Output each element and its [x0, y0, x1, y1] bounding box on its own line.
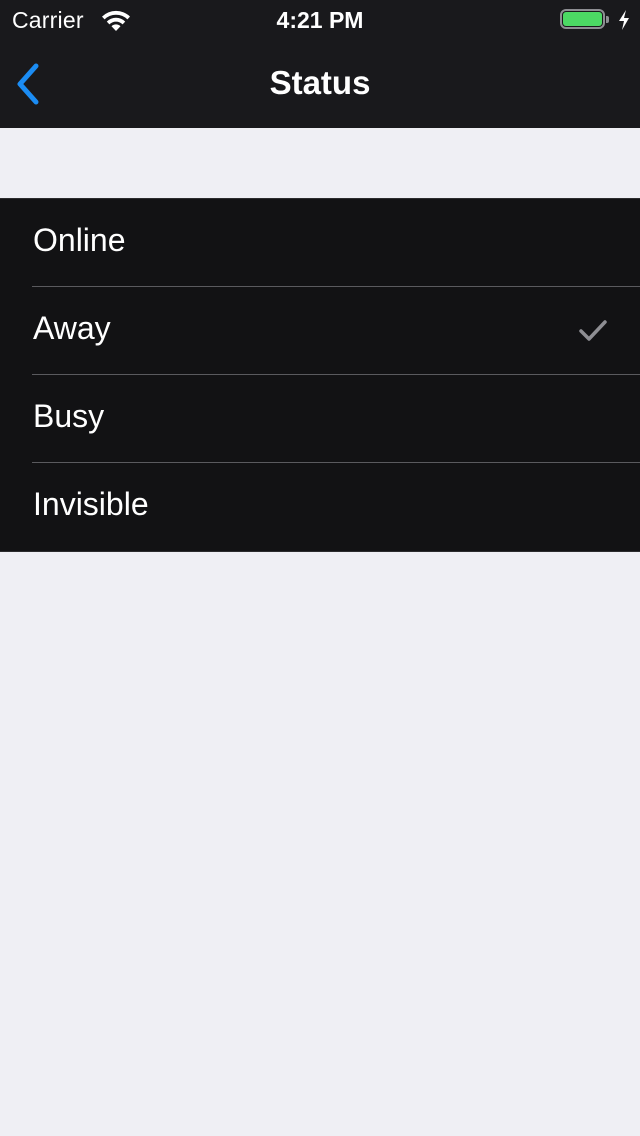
status-option-online[interactable]: Online [0, 199, 640, 287]
status-option-label: Invisible [33, 486, 149, 522]
page-title: Status [269, 64, 371, 101]
status-option-invisible[interactable]: Invisible [0, 463, 640, 551]
status-option-label: Busy [33, 398, 105, 434]
status-option-away[interactable]: Away [0, 287, 640, 375]
battery-icon [560, 9, 610, 31]
status-options-list: Online Away Busy Invisible [0, 198, 640, 552]
status-screen: Carrier 4:21 PM Status Online Away Busy … [0, 0, 640, 1136]
status-bar: Carrier 4:21 PM [0, 0, 640, 40]
status-option-busy[interactable]: Busy [0, 375, 640, 463]
charging-bolt-icon [617, 9, 631, 31]
status-option-label: Away [33, 310, 111, 346]
navigation-bar: Status [0, 40, 640, 128]
checkmark-icon [578, 319, 608, 343]
clock: 4:21 PM [276, 7, 364, 33]
status-option-label: Online [33, 222, 126, 258]
